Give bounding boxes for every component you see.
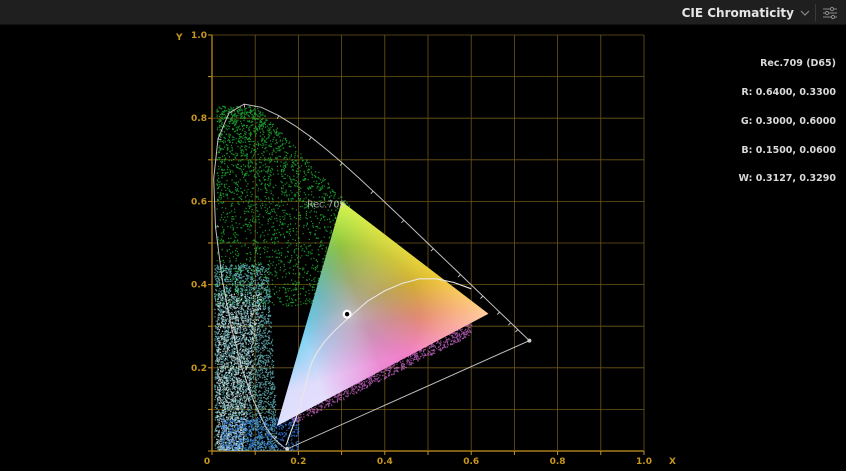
wavelength-tick (496, 311, 500, 315)
green-primary-readout: G: 0.3000, 0.6000 (740, 116, 836, 127)
white-point-marker (342, 309, 352, 319)
scope-settings-button[interactable] (820, 3, 840, 22)
locus-endpoint (285, 446, 290, 451)
white-point-readout: W: 0.3127, 0.3290 (738, 173, 836, 184)
wavelength-tick (480, 295, 484, 299)
toolbar-divider (815, 4, 816, 21)
wavelength-tick (308, 136, 312, 141)
wavelength-tick (508, 322, 512, 326)
blue-primary-readout: B: 0.1500, 0.0600 (741, 145, 836, 156)
y-tick-label: 0.6 (191, 197, 207, 207)
y-tick-label: 1.0 (191, 31, 207, 41)
y-tick-label: 0.4 (191, 281, 207, 291)
red-primary-readout: R: 0.6400, 0.3300 (741, 87, 836, 98)
scope-type-dropdown[interactable]: CIE Chromaticity (682, 0, 810, 25)
gamut-name-readout: Rec.709 (D65) (760, 58, 836, 69)
sliders-icon (823, 6, 837, 19)
x-axis-letter: X (669, 457, 676, 467)
scope-type-label: CIE Chromaticity (681, 5, 794, 20)
y-axis-letter: Y (175, 33, 183, 43)
scope-toolbar: CIE Chromaticity (0, 0, 846, 25)
x-tick-label: 0.8 (550, 457, 566, 467)
x-tick-label: 0.6 (463, 457, 479, 467)
wavelength-tick (515, 329, 519, 333)
gamut-label: Rec.709 (307, 200, 345, 211)
x-tick-label: 0.2 (290, 457, 306, 467)
wavelength-tick (430, 248, 434, 252)
x-tick-label: 0 (204, 457, 210, 467)
wavelength-tick (457, 274, 461, 278)
y-tick-label: 0.2 (191, 364, 207, 374)
chevron-down-icon (800, 10, 810, 16)
wavelength-tick (370, 190, 374, 195)
wavelength-tick (401, 219, 405, 224)
locus-endpoint (527, 338, 532, 343)
x-tick-label: 0.4 (377, 457, 393, 467)
wavelength-tick (217, 138, 222, 141)
y-tick-label: 0.8 (191, 114, 207, 124)
x-tick-label: 1.0 (636, 457, 652, 467)
